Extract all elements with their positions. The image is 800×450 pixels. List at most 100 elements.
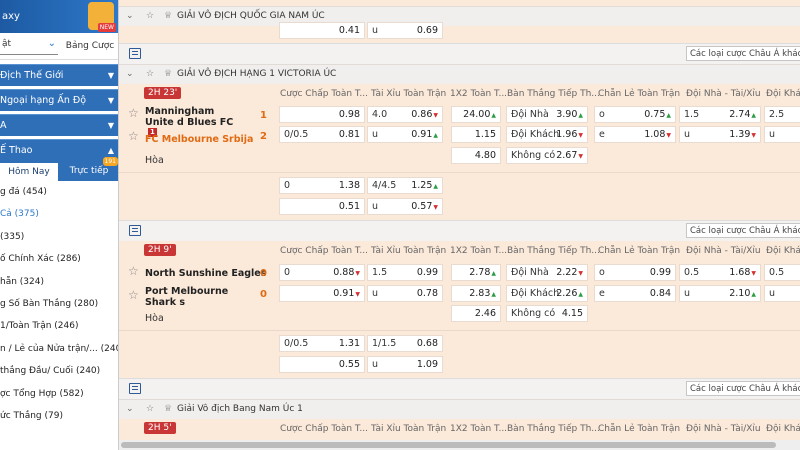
odds-cell[interactable]: 0.5 bbox=[764, 264, 800, 281]
odds-cell[interactable]: 1/1.5 0.68 bbox=[367, 335, 443, 352]
sidebar-section-a[interactable]: A ▼ bbox=[0, 114, 118, 136]
star-icon[interactable]: ☆ bbox=[128, 288, 139, 302]
sidebar-item[interactable]: Cả (375) bbox=[0, 203, 118, 225]
collapse-icon[interactable]: ⌄ bbox=[126, 400, 134, 419]
market-select[interactable]: Các loại cược Châu Á khác bbox=[686, 381, 800, 396]
home-score: 1 bbox=[260, 110, 267, 121]
odds-cell[interactable]: 0.98 bbox=[279, 106, 365, 123]
odds-cell[interactable]: 2.83▲ bbox=[451, 285, 501, 302]
odds-value: 0.57▼ bbox=[411, 201, 438, 212]
odds-cell[interactable]: 4.80 bbox=[451, 147, 501, 164]
odds-cell[interactable]: 0.55 bbox=[279, 356, 365, 373]
odds-cell[interactable]: e 1.08▼ bbox=[594, 126, 676, 143]
star-icon[interactable]: ☆ bbox=[146, 400, 154, 419]
sidebar-item[interactable]: hẵn (324) bbox=[0, 271, 118, 293]
star-icon[interactable]: ☆ bbox=[146, 65, 154, 84]
star-icon[interactable]: ☆ bbox=[128, 264, 139, 278]
odds-cell[interactable]: u 0.91▲ bbox=[367, 126, 443, 143]
odds-cell[interactable]: 0/0.5 0.81 bbox=[279, 126, 365, 143]
odds-cell[interactable]: u bbox=[764, 285, 800, 302]
odds-cell[interactable]: 1.5 0.99 bbox=[367, 264, 443, 281]
odds-cell[interactable]: 4/4.5 1.25▲ bbox=[367, 177, 443, 194]
odds-cell[interactable]: 2.46 bbox=[451, 305, 501, 322]
odds-cell[interactable]: 0.51 bbox=[279, 198, 365, 215]
odds-cell[interactable]: 1.15 bbox=[451, 126, 501, 143]
horizontal-scrollbar[interactable] bbox=[119, 440, 800, 450]
odds-cell[interactable]: Không có 2.67▼ bbox=[506, 147, 588, 164]
odds-cell[interactable]: 24.00▲ bbox=[451, 106, 501, 123]
odds-value: 2.46 bbox=[474, 308, 496, 319]
sidebar-section-india[interactable]: Ngoại hạng Ấn Độ ▼ bbox=[0, 89, 118, 111]
sidebar-item[interactable]: 1/Toàn Trận (246) bbox=[0, 315, 118, 337]
tab-odds-table[interactable]: Bảng Cược bbox=[62, 33, 118, 59]
sport-select[interactable]: ật ⌄ bbox=[0, 33, 58, 55]
odds-label: 0/0.5 bbox=[284, 338, 309, 349]
odds-cell[interactable]: Đội Khách 1.96▼ bbox=[506, 126, 588, 143]
sidebar-item[interactable]: ố Chính Xác (286) bbox=[0, 248, 118, 270]
sidebar-item[interactable]: (335) bbox=[0, 226, 118, 248]
odds-value: 0.91▲ bbox=[411, 129, 438, 140]
odds-label: o bbox=[599, 267, 605, 278]
odds-cell[interactable]: 0.41 bbox=[279, 22, 365, 39]
odds-cell[interactable]: o 0.99 bbox=[594, 264, 676, 281]
odds-cell[interactable]: u bbox=[764, 126, 800, 143]
collapse-icon[interactable]: ⌄ bbox=[126, 7, 134, 26]
odds-cell[interactable]: Đội Nhà 3.90▲ bbox=[506, 106, 588, 123]
odds-cell[interactable]: u 1.39▼ bbox=[679, 126, 761, 143]
odds-cell[interactable]: 0 0.88▼ bbox=[279, 264, 365, 281]
odds-cell[interactable]: u 1.09 bbox=[367, 356, 443, 373]
odds-cell[interactable]: Đội Nhà 2.22▼ bbox=[506, 264, 588, 281]
odds-cell[interactable]: u 0.78 bbox=[367, 285, 443, 302]
league-header[interactable]: ⌄ ☆ ♕ Giải Vô địch Bang Nam Úc 1 bbox=[119, 399, 800, 419]
star-icon[interactable]: ☆ bbox=[128, 106, 139, 120]
odds-cell[interactable]: 0.5 1.68▼ bbox=[679, 264, 761, 281]
odds-cell[interactable]: 2.78▲ bbox=[451, 264, 501, 281]
sidebar-section-world[interactable]: Địch Thế Giới ▼ bbox=[0, 64, 118, 86]
list-icon[interactable] bbox=[129, 48, 141, 59]
list-icon[interactable] bbox=[129, 225, 141, 236]
chevron-down-icon: ⌄ bbox=[47, 38, 56, 49]
odds-cell[interactable]: u 0.57▼ bbox=[367, 198, 443, 215]
odds-cell[interactable]: 0.91▼ bbox=[279, 285, 365, 302]
odds-cell[interactable]: 1.5 2.74▲ bbox=[679, 106, 761, 123]
list-icon[interactable] bbox=[129, 383, 141, 394]
tab-live[interactable]: Trực tiếp 191 bbox=[60, 157, 118, 181]
scrollbar-thumb[interactable] bbox=[121, 442, 776, 448]
sidebar-item[interactable]: ợc Tổng Hợp (582) bbox=[0, 383, 118, 405]
odds-cell[interactable]: 0 1.38 bbox=[279, 177, 365, 194]
market-select[interactable]: Các loại cược Châu Á khác bbox=[686, 46, 800, 61]
star-icon[interactable]: ☆ bbox=[146, 7, 154, 26]
market-select[interactable]: Các loại cược Châu Á khác bbox=[686, 223, 800, 238]
odds-cell[interactable]: u 0.69 bbox=[367, 22, 443, 39]
sidebar-item[interactable]: thắng Đầu/ Cuối (240) bbox=[0, 360, 118, 382]
odds-value: 0.91▼ bbox=[333, 288, 360, 299]
sidebar-item[interactable]: g Số Bàn Thắng (280) bbox=[0, 293, 118, 315]
sidebar-item[interactable]: g đá (454) bbox=[0, 181, 118, 203]
odds-cell[interactable]: Đội Khách 2.26▲ bbox=[506, 285, 588, 302]
odds-cell[interactable]: 0/0.5 1.31 bbox=[279, 335, 365, 352]
odds-value: 0.69 bbox=[416, 25, 438, 36]
odds-label: 1/1.5 bbox=[372, 338, 397, 349]
collapse-icon[interactable]: ⌄ bbox=[126, 65, 134, 84]
market-bar: Các loại cược Châu Á khác bbox=[119, 378, 800, 399]
tab-today[interactable]: Hôm Nay bbox=[0, 163, 58, 181]
sidebar-item[interactable]: ức Thắng (79) bbox=[0, 405, 118, 427]
odds-cell[interactable]: u 2.10▲ bbox=[679, 285, 761, 302]
star-icon[interactable]: ☆ bbox=[128, 129, 139, 143]
league-header[interactable]: ⌄ ☆ ♕ GIẢI VÔ ĐỊCH QUỐC GIA NAM ÚC bbox=[119, 6, 800, 26]
column-label: Chẵn Lẻ Toàn Trận bbox=[598, 89, 681, 99]
odds-cell[interactable]: 2.5 bbox=[764, 106, 800, 123]
league-header[interactable]: ⌄ ☆ ♕ GIẢI VÔ ĐỊCH HẠNG 1 VICTORIA ÚC bbox=[119, 64, 800, 84]
sidebar-section-sports[interactable]: Ế Thao ▲ bbox=[0, 139, 118, 161]
promo-icon[interactable] bbox=[88, 2, 117, 32]
column-label: Tài Xỉu Toàn Trận bbox=[371, 89, 447, 99]
odds-label: o bbox=[599, 109, 605, 120]
sidebar-item[interactable]: n / Lẻ của Nửa trận/... (240) bbox=[0, 338, 118, 360]
chevron-down-icon: ▼ bbox=[107, 96, 114, 105]
odds-cell[interactable]: 4.0 0.86▼ bbox=[367, 106, 443, 123]
odds-cell[interactable]: Không có 4.15 bbox=[506, 305, 588, 322]
odds-cell[interactable]: e 0.84 bbox=[594, 285, 676, 302]
odds-label: u bbox=[372, 25, 379, 36]
odds-cell[interactable]: o 0.75▲ bbox=[594, 106, 676, 123]
column-label: Chẵn Lẻ Toàn Trận bbox=[598, 424, 681, 434]
